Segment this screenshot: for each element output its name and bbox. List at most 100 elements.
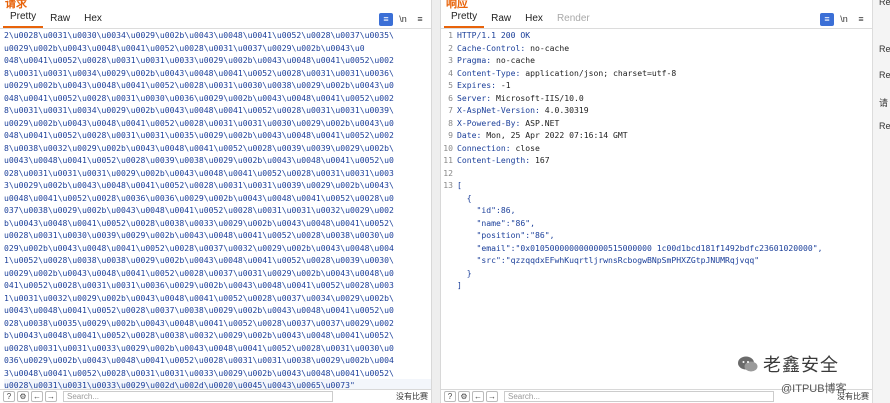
request-tab-pretty[interactable]: Pretty [3,10,44,28]
sidebar-item[interactable]: Re [879,121,890,131]
header-key: X-Powered-By: [457,117,521,128]
watermark-site: @ITPUB博客 [781,383,847,395]
menu-icon[interactable]: ≡ [854,13,868,26]
request-body-line: 1\u0031\u0032\u0029\u002b\u0043\u0048\u0… [4,292,394,303]
next-icon[interactable]: → [45,391,57,402]
header-value: 4.0.30319 [539,105,589,115]
request-body-line: u0029\u002b\u0043\u0048\u0041\u0052\u002… [4,42,365,53]
header-key: Pragma: [457,55,492,65]
response-tab-pretty[interactable]: Pretty [444,10,485,28]
sidebar-item[interactable]: Re [879,70,890,80]
request-body-line: 3\u0029\u002b\u0043\u0048\u0041\u0052\u0… [4,180,394,190]
response-tabbar: Pretty Raw Hex Render ≡ \n ≡ [441,11,872,29]
request-body-line: u0048\u0041\u0052\u0028\u0036\u0036\u002… [4,192,394,203]
request-match-count: 没有比赛 [396,392,428,401]
response-json-line: "email":"0x0105000000000000515000000 1c0… [441,242,872,255]
header-key: Server: [457,92,492,103]
request-tab-raw[interactable]: Raw [43,12,77,28]
help-icon[interactable]: ? [444,391,456,402]
line-number [441,192,453,205]
response-tab-raw[interactable]: Raw [484,12,518,28]
list-icon[interactable]: ≡ [379,13,393,26]
request-body-line: 028\u0038\u0035\u0029\u002b\u0043\u0048\… [4,317,394,328]
list-icon[interactable]: ≡ [820,13,834,26]
request-body-line: 036\u0029\u002b\u0043\u0048\u0041\u0052\… [4,355,394,365]
pane-divider[interactable] [432,0,440,403]
request-body-line: 029\u002b\u0043\u0048\u0041\u0052\u0028\… [4,242,394,253]
request-body-line: 8\u0031\u0031\u0034\u0029\u002b\u0043\u0… [4,105,394,115]
newline-icon[interactable]: \n [837,13,851,26]
request-body-line: u0043\u0048\u0041\u0052\u0028\u0039\u003… [4,155,394,165]
response-search-input[interactable] [504,391,774,402]
response-tab-hex[interactable]: Hex [518,12,550,28]
menu-icon[interactable]: ≡ [413,13,427,26]
request-body-line: 048\u0041\u0052\u0028\u0031\u0031\u0033\… [4,55,394,65]
request-body-line: 048\u0041\u0052\u0028\u0031\u0031\u0035\… [4,130,394,140]
response-header-line: 1 HTTP/1.1 200 OK [441,29,872,42]
line-number: 5 [448,80,453,90]
response-tab-render[interactable]: Render [550,12,597,28]
header-key: Connection: [457,142,511,153]
line-number: 9 [448,130,453,140]
line-number [441,242,453,255]
response-header-line: 6 Server: Microsoft-IIS/10.0 [441,92,872,105]
line-number: 7 [448,105,453,115]
json-text: "position":"86", [457,230,555,240]
request-pane: 请求 Pretty Raw Hex ≡ \n ≡ 2\u0028\u0031\u… [0,0,432,403]
newline-icon[interactable]: \n [396,13,410,26]
response-json-line: ] [441,279,872,292]
request-body-line: u0028\u0031\u0031\u0033\u0029\u002b\u004… [4,342,394,353]
header-value: Mon, 25 Apr 2022 07:16:14 GMT [481,130,628,140]
line-number: 2 [448,42,453,53]
line-number [441,229,453,242]
wechat-logo-icon [738,356,758,372]
response-header-line: 5 Expires: -1 [441,79,872,92]
prev-icon[interactable]: ← [472,391,484,402]
settings-icon[interactable]: ⚙ [17,391,29,402]
request-body-line: b\u0043\u0048\u0041\u0052\u0028\u0038\u0… [4,217,394,228]
request-body-line: u0029\u002b\u0043\u0048\u0041\u0052\u002… [4,80,394,90]
json-text: "id":86, [457,205,516,215]
request-body-line: u0029\u002b\u0043\u0048\u0041\u0052\u002… [4,117,394,128]
response-json-line: "position":"86", [441,229,872,242]
header-key: HTTP/1.1 200 OK [457,30,531,40]
request-body-line: b\u0043\u0048\u0041\u0052\u0028\u0038\u0… [4,330,394,340]
request-body-line: 3\u0048\u0041\u0052\u0028\u0031\u0031\u0… [4,367,394,378]
response-pane: 响应 Pretty Raw Hex Render ≡ \n ≡ 1 HTTP/1.… [440,0,872,403]
response-header-line: 3 Pragma: no-cache [441,54,872,67]
header-value: close [510,142,540,153]
request-search-bar: ? ⚙ ← → 没有比赛 [0,389,431,403]
response-body[interactable]: 1 HTTP/1.1 200 OK 2 Cache-Control: no-cache… [441,29,872,386]
header-key: Content-Length: [457,155,531,165]
header-value: -1 [495,80,511,90]
json-text: "email":"0x0105000000000000515000000 1c0… [457,242,823,253]
request-body-line: 1\u0052\u0028\u0038\u0038\u0029\u002b\u0… [4,255,394,265]
request-body-line: 8\u0031\u0031\u0034\u0029\u002b\u0043\u0… [4,67,394,78]
response-json-line: "id":86, [441,204,872,217]
line-number [441,254,453,267]
response-json-line: "name":"86", [441,217,872,230]
response-json-line: 13 [ [441,179,872,192]
response-header-line: 8 X-Powered-By: ASP.NET [441,117,872,130]
response-title: 响应 [446,0,468,10]
next-icon[interactable]: → [486,391,498,402]
header-value: Microsoft-IIS/10.0 [491,92,584,103]
response-header-line: 10 Connection: close [441,142,872,155]
request-body[interactable]: 2\u0028\u0031\u0030\u0034\u0029\u002b\u0… [0,29,431,392]
header-key: X-AspNet-Version: [457,105,540,115]
request-tab-hex[interactable]: Hex [77,12,109,28]
line-number: 8 [448,117,453,128]
header-key: Date: [457,130,482,140]
json-text: } [457,267,472,278]
sidebar-item[interactable]: Re [879,0,890,7]
sidebar-item[interactable]: Re [879,44,890,54]
prev-icon[interactable]: ← [31,391,43,402]
response-json-line: { [441,192,872,205]
sidebar-item[interactable]: 请 [879,96,888,109]
header-key: Content-Type: [457,67,521,78]
request-search-input[interactable] [63,391,333,402]
header-value: application/json; charset=utf-8 [520,67,677,78]
request-body-line: 048\u0041\u0052\u0028\u0031\u0030\u0036\… [4,92,394,103]
settings-icon[interactable]: ⚙ [458,391,470,402]
help-icon[interactable]: ? [3,391,15,402]
